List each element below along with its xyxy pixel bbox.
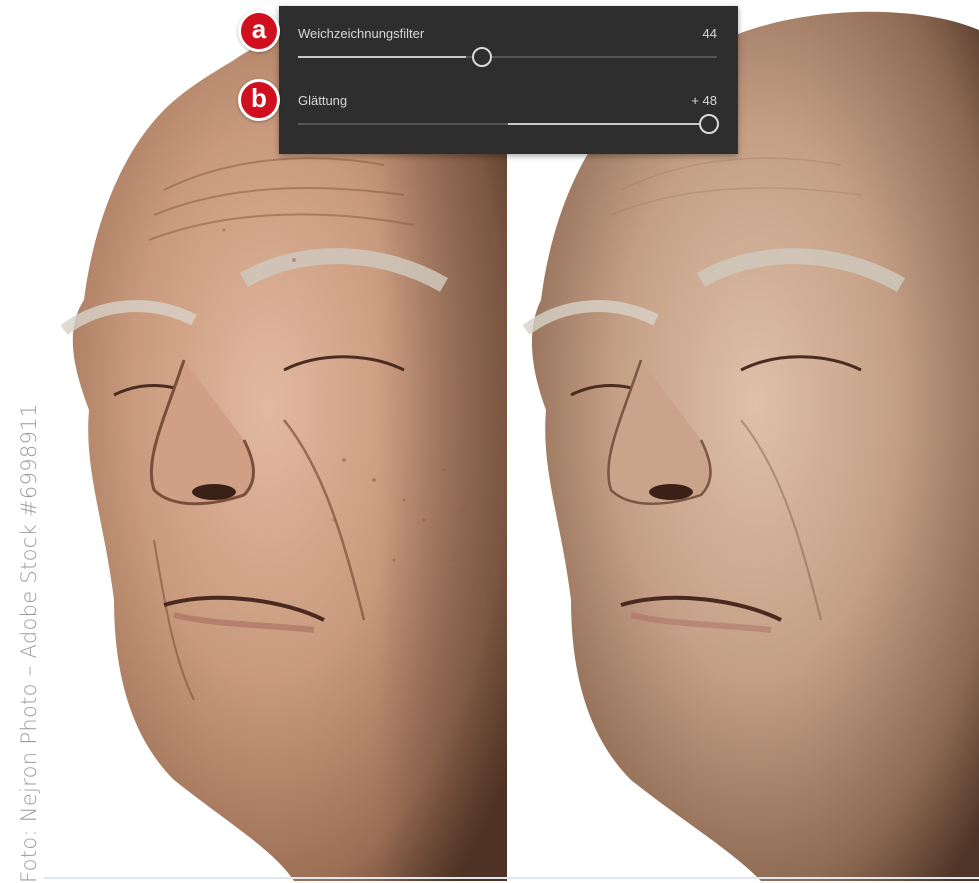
adjustment-panel: Weichzeichnungsfilter 44 Glättung + 48 — [279, 6, 738, 154]
smoothing-value[interactable]: + 48 — [691, 93, 717, 108]
smoothing-track[interactable] — [298, 114, 719, 134]
smoothing-fill — [508, 123, 699, 125]
blur-filter-value[interactable]: 44 — [703, 26, 717, 41]
callout-badge-a: a — [238, 10, 280, 52]
blur-filter-label: Weichzeichnungsfilter — [298, 26, 425, 41]
blur-filter-track[interactable] — [298, 47, 717, 67]
smoothing-thumb[interactable] — [699, 114, 719, 134]
smoothing-label: Glättung — [298, 93, 348, 108]
blur-filter-fill — [298, 56, 466, 58]
photo-credit: Foto: Nejron Photo – Adobe Stock #699891… — [17, 403, 41, 883]
blur-filter-thumb[interactable] — [472, 47, 492, 67]
callout-badge-b: b — [238, 79, 280, 121]
bottom-rule — [44, 877, 979, 879]
